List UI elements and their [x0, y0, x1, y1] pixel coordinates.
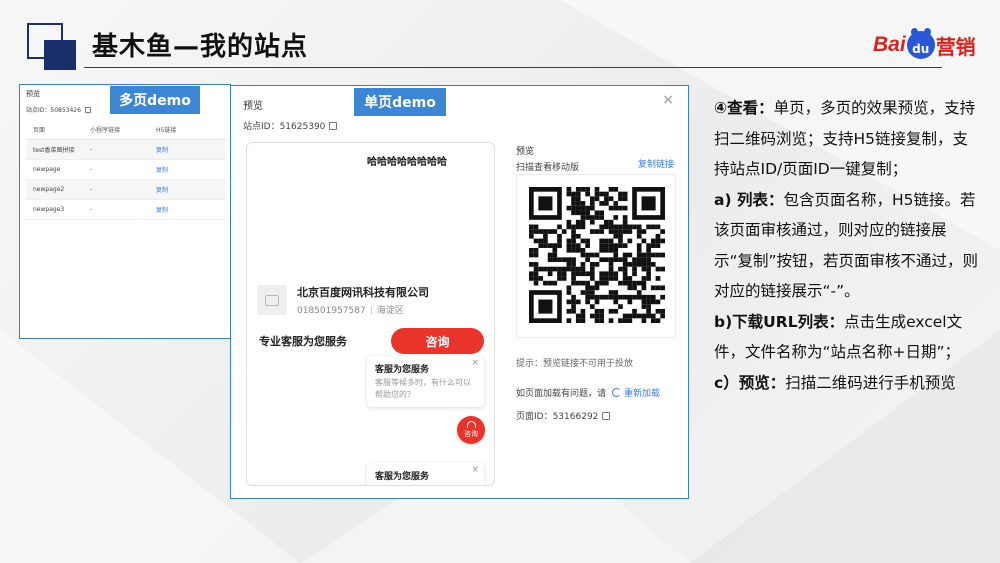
company-district: 海淀区 — [376, 306, 404, 316]
chat-popup[interactable]: 客服为您服务 客服等候多时，有什么可以帮助您的？ × — [367, 356, 484, 407]
headset-icon — [466, 421, 476, 428]
copy-icon[interactable] — [329, 122, 338, 130]
multi-page-demo-tag: 多页demo — [110, 86, 200, 114]
company-card: 北京百度网讯科技有限公司 018501957587 海淀区 — [257, 284, 429, 316]
chat-popup-title: 客服为您服务 — [375, 365, 430, 375]
preview-label: 预览 — [516, 147, 535, 157]
single-site-id-text: 站点ID：51625390 — [243, 122, 326, 132]
description-preview: c）预览：扫描二维码进行手机预览 — [714, 368, 982, 399]
description-download: b)下载URL列表：点击生成excel文件，文件名称为“站点名称+日期”； — [714, 307, 982, 368]
description-list-heading: a) 列表： — [714, 190, 784, 209]
copy-icon[interactable] — [84, 107, 91, 113]
chat-popup[interactable]: 客服为您服务 × — [367, 463, 484, 485]
description-view-heading: ④查看： — [714, 99, 774, 117]
copy-h5-link-button[interactable]: 复制 — [156, 165, 216, 174]
company-phone: 018501957587 — [297, 306, 366, 316]
copy-link-button[interactable]: 复制链接 — [638, 157, 674, 170]
row-page-name: newpage2 — [33, 186, 65, 193]
refresh-icon — [612, 388, 622, 397]
multi-site-id[interactable]: 站点ID：50853426 — [26, 105, 91, 114]
page-id-text: 页面ID：53166292 — [516, 412, 599, 422]
baidu-marketing-logo: Bai du 营销 — [873, 28, 976, 60]
logo-bai-text: Bai — [873, 33, 906, 56]
image-placeholder-icon — [257, 285, 287, 315]
reload-button[interactable]: 重新加载 — [612, 388, 661, 399]
qr-code[interactable] — [516, 174, 676, 338]
description-preview-text: 扫描二维码进行手机预览 — [785, 373, 956, 392]
row-mini-link: - — [90, 186, 93, 193]
table-header: 页面 小程序链接 H5链接 — [26, 120, 226, 140]
service-label: 专业客服为您服务 — [259, 335, 347, 348]
multi-page-preview-panel: 预览 站点ID：50853426 页面 小程序链接 H5链接 test香菜图拼接… — [19, 84, 231, 339]
single-page-preview-panel: 预览 × 站点ID：51625390 哈哈哈哈哈哈哈哈 北京百度网讯科技有限公司… — [230, 85, 689, 499]
reload-link-label: 重新加载 — [624, 389, 661, 399]
row-mini-link: - — [90, 206, 93, 213]
baidu-paw-icon: du — [906, 28, 935, 59]
company-name: 北京百度网讯科技有限公司 — [297, 286, 429, 299]
chat-popup-message: 客服等候多时，有什么可以帮助您的？ — [375, 378, 471, 399]
row-mini-link: - — [90, 166, 93, 173]
logo-du-text: du — [912, 42, 930, 56]
feature-description: ④查看：单页，多页的效果预览，支持扫二维码浏览；支持H5链接复制，支持站点ID/… — [714, 93, 982, 398]
logo-marketing-text: 营销 — [935, 34, 976, 59]
single-site-id: 站点ID：51625390 — [243, 119, 338, 132]
qr-preview-column: 预览 扫描查看移动版 复制链接 提示：预览链接不可用于投放 如页面加载有问题，请… — [516, 144, 676, 422]
description-preview-heading: c）预览： — [714, 373, 786, 392]
title-divider — [84, 67, 942, 68]
row-page-name: newpage3 — [33, 206, 65, 213]
company-contact: 018501957587 海淀区 — [297, 303, 429, 316]
column-header-page: 页面 — [33, 127, 46, 134]
row-mini-link: - — [90, 146, 93, 153]
multi-site-id-text: 站点ID：50853426 — [26, 107, 81, 114]
phone-preview: 哈哈哈哈哈哈哈哈 北京百度网讯科技有限公司 018501957587 海淀区 专业… — [246, 142, 495, 486]
table-row: newpage2 - 复制 — [26, 180, 226, 200]
copy-icon[interactable] — [602, 412, 611, 420]
copy-h5-link-button[interactable]: 复制 — [156, 185, 216, 194]
close-icon[interactable]: × — [662, 92, 674, 108]
table-row: newpage - 复制 — [26, 160, 226, 180]
consult-float-label: 咨询 — [464, 430, 478, 438]
column-header-mini: 小程序链接 — [90, 127, 121, 134]
page-title: 基木鱼—我的站点 — [92, 32, 309, 62]
table-row: test香菜图拼接 - 复制 — [26, 140, 226, 160]
description-list: a) 列表：包含页面名称，H5链接。若该页面审核通过，则对应的链接展示“复制”按… — [714, 185, 982, 307]
single-panel-title: 预览 — [243, 101, 263, 112]
close-icon[interactable]: × — [471, 465, 479, 475]
page-heading-text: 哈哈哈哈哈哈哈哈 — [367, 157, 447, 168]
reload-prompt: 如页面加载有问题，请 — [516, 389, 607, 399]
single-page-demo-tag: 单页demo — [354, 88, 446, 116]
row-page-name: newpage — [33, 166, 61, 173]
description-download-heading: b)下载URL列表： — [714, 312, 845, 331]
description-view: ④查看：单页，多页的效果预览，支持扫二维码浏览；支持H5链接复制，支持站点ID/… — [714, 93, 982, 185]
consult-float-button[interactable]: 咨询 — [457, 416, 485, 444]
consult-button[interactable]: 咨询 — [391, 328, 484, 354]
qr-code-icon — [529, 187, 665, 323]
row-page-name: test香菜图拼接 — [33, 147, 75, 154]
column-header-h5: H5链接 — [156, 127, 177, 134]
table-row: newpage3 - 复制 — [26, 200, 226, 220]
close-icon[interactable]: × — [471, 358, 479, 368]
reload-row: 如页面加载有问题，请 重新加载 — [516, 386, 686, 399]
chat-popup-title: 客服为您服务 — [375, 472, 430, 482]
multi-panel-title: 预览 — [26, 90, 40, 98]
copy-h5-link-button[interactable]: 复制 — [156, 205, 216, 214]
copy-h5-link-button[interactable]: 复制 — [156, 145, 216, 154]
preview-tip: 提示：预览链接不可用于投放 — [516, 359, 634, 369]
page-id: 页面ID：53166292 — [516, 409, 611, 422]
title-decoration-fill — [44, 40, 76, 70]
